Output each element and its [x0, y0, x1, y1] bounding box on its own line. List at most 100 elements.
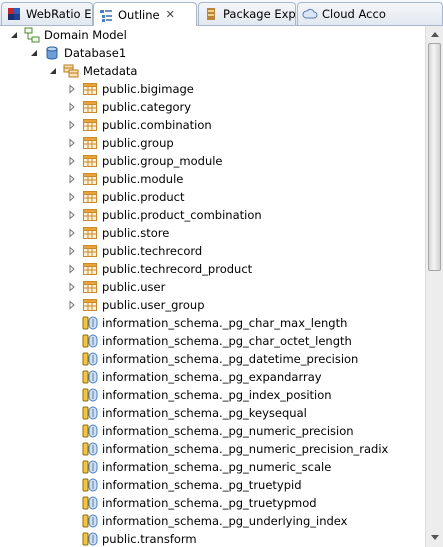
- tree-node-function[interactable]: information_schema._pg_char_octet_length: [82, 332, 352, 350]
- collapsed-arrow-icon[interactable]: [66, 119, 78, 131]
- tree-node-label: public.module: [102, 172, 184, 186]
- scroll-down-arrow-icon[interactable]: [427, 530, 443, 546]
- tab-outline[interactable]: Outline ✕: [93, 2, 197, 26]
- tree-node-function[interactable]: information_schema._pg_keysequal: [82, 404, 307, 422]
- collapsed-arrow-icon[interactable]: [66, 299, 78, 311]
- webratio-icon: [6, 6, 22, 22]
- tree-node-function[interactable]: information_schema._pg_truetypmod: [82, 494, 317, 512]
- table-icon: [82, 297, 98, 313]
- tree-node-function[interactable]: information_schema._pg_expandarray: [82, 368, 322, 386]
- tree-node-function[interactable]: information_schema._pg_char_max_length: [82, 314, 347, 332]
- table-icon: [82, 135, 98, 151]
- tree-node-function[interactable]: information_schema._pg_numeric_scale: [82, 458, 331, 476]
- tree-node-label: public.store: [102, 226, 170, 240]
- function-icon: [82, 315, 98, 331]
- tree-node-label: information_schema._pg_truetypmod: [102, 496, 317, 510]
- tree-node-table[interactable]: public.techrecord_product: [66, 260, 252, 278]
- tab-label: WebRatio Ex: [26, 7, 93, 21]
- collapsed-arrow-icon[interactable]: [66, 101, 78, 113]
- tree-node-label: public.group_module: [102, 154, 223, 168]
- function-icon: [82, 423, 98, 439]
- tree-node-label: public.techrecord_product: [102, 262, 253, 276]
- tree-node-table[interactable]: public.module: [66, 170, 183, 188]
- table-icon: [82, 81, 98, 97]
- scroll-up-arrow-icon[interactable]: [427, 26, 443, 42]
- tree-node-label: information_schema._pg_char_max_length: [102, 316, 348, 330]
- view-tab-bar: WebRatio Ex Outline ✕ Package Exp Cloud …: [0, 0, 443, 26]
- cloud-icon: [302, 6, 318, 22]
- tree-node-label: information_schema._pg_truetypid: [102, 478, 302, 492]
- metadata-icon: [63, 63, 79, 79]
- tree-node-label: public.product: [102, 190, 185, 204]
- tree-node-table[interactable]: public.user: [66, 278, 165, 296]
- tree-node-table[interactable]: public.store: [66, 224, 169, 242]
- collapsed-arrow-icon[interactable]: [66, 245, 78, 257]
- tree-node-label: public.group: [102, 136, 174, 150]
- tab-label: Cloud Acco: [322, 7, 386, 21]
- tab-cloud-account[interactable]: Cloud Acco: [297, 2, 443, 25]
- tree-node-label: information_schema._pg_index_position: [102, 388, 332, 402]
- tree-node-label: information_schema._pg_keysequal: [102, 406, 307, 420]
- tree-node-function[interactable]: information_schema._pg_numeric_precision: [82, 422, 354, 440]
- table-icon: [82, 225, 98, 241]
- tree-node-table[interactable]: public.product_combination: [66, 206, 262, 224]
- tree-node-table[interactable]: public.techrecord: [66, 242, 202, 260]
- table-icon: [82, 171, 98, 187]
- function-icon: [82, 387, 98, 403]
- collapsed-arrow-icon[interactable]: [66, 137, 78, 149]
- tree-node-table[interactable]: public.user_group: [66, 296, 205, 314]
- collapsed-arrow-icon[interactable]: [66, 83, 78, 95]
- outline-icon: [98, 7, 114, 23]
- tab-package-explorer[interactable]: Package Exp: [198, 2, 296, 25]
- tree-node-label: Domain Model: [44, 28, 127, 42]
- expanded-arrow-icon[interactable]: [28, 47, 40, 59]
- domain-model-icon: [24, 27, 40, 43]
- collapsed-arrow-icon[interactable]: [66, 281, 78, 293]
- table-icon: [82, 243, 98, 259]
- tab-webratio-explorer[interactable]: WebRatio Ex: [1, 2, 93, 25]
- expanded-arrow-icon[interactable]: [47, 65, 59, 77]
- function-icon: [82, 333, 98, 349]
- vertical-scrollbar[interactable]: [425, 26, 443, 547]
- function-icon: [82, 513, 98, 529]
- tree-node-label: information_schema._pg_numeric_precision: [102, 424, 354, 438]
- tree-node-table[interactable]: public.group_module: [66, 152, 223, 170]
- table-icon: [82, 261, 98, 277]
- tree-node-table[interactable]: public.product: [66, 188, 185, 206]
- tree-node-table[interactable]: public.combination: [66, 116, 212, 134]
- expanded-arrow-icon[interactable]: [8, 29, 20, 41]
- table-icon: [82, 99, 98, 115]
- collapsed-arrow-icon[interactable]: [66, 263, 78, 275]
- outline-tree[interactable]: Domain Model Database1 Metadata public.b…: [0, 26, 425, 547]
- tree-node-label: information_schema._pg_numeric_precision…: [102, 442, 389, 456]
- tree-node-database[interactable]: Database1: [28, 44, 126, 62]
- tree-node-table[interactable]: public.group: [66, 134, 174, 152]
- collapsed-arrow-icon[interactable]: [66, 227, 78, 239]
- tree-node-function[interactable]: information_schema._pg_truetypid: [82, 476, 302, 494]
- tree-node-table[interactable]: public.bigimage: [66, 80, 194, 98]
- tree-node-label: information_schema._pg_numeric_scale: [102, 460, 332, 474]
- close-icon[interactable]: ✕: [166, 8, 175, 21]
- collapsed-arrow-icon[interactable]: [66, 155, 78, 167]
- tree-node-function[interactable]: information_schema._pg_index_position: [82, 386, 332, 404]
- tree-node-function[interactable]: information_schema._pg_numeric_precision…: [82, 440, 388, 458]
- tree-node-function[interactable]: information_schema._pg_datetime_precisio…: [82, 350, 358, 368]
- table-icon: [82, 207, 98, 223]
- tab-label: Package Exp: [223, 7, 296, 21]
- tree-node-metadata[interactable]: Metadata: [47, 62, 137, 80]
- tree-node-label: public.user_group: [102, 298, 205, 312]
- collapsed-arrow-icon[interactable]: [66, 191, 78, 203]
- function-icon: [82, 477, 98, 493]
- tree-node-table[interactable]: public.category: [66, 98, 191, 116]
- function-icon: [82, 495, 98, 511]
- collapsed-arrow-icon[interactable]: [66, 173, 78, 185]
- tab-label: Outline: [118, 7, 160, 22]
- tree-node-function[interactable]: information_schema._pg_underlying_index: [82, 512, 347, 530]
- tree-node-domain-model[interactable]: Domain Model: [8, 26, 127, 44]
- scrollbar-thumb[interactable]: [428, 43, 441, 271]
- tree-node-function[interactable]: public.transform: [82, 530, 197, 547]
- function-icon: [82, 459, 98, 475]
- collapsed-arrow-icon[interactable]: [66, 209, 78, 221]
- tree-node-label: Database1: [64, 46, 127, 60]
- function-icon: [82, 441, 98, 457]
